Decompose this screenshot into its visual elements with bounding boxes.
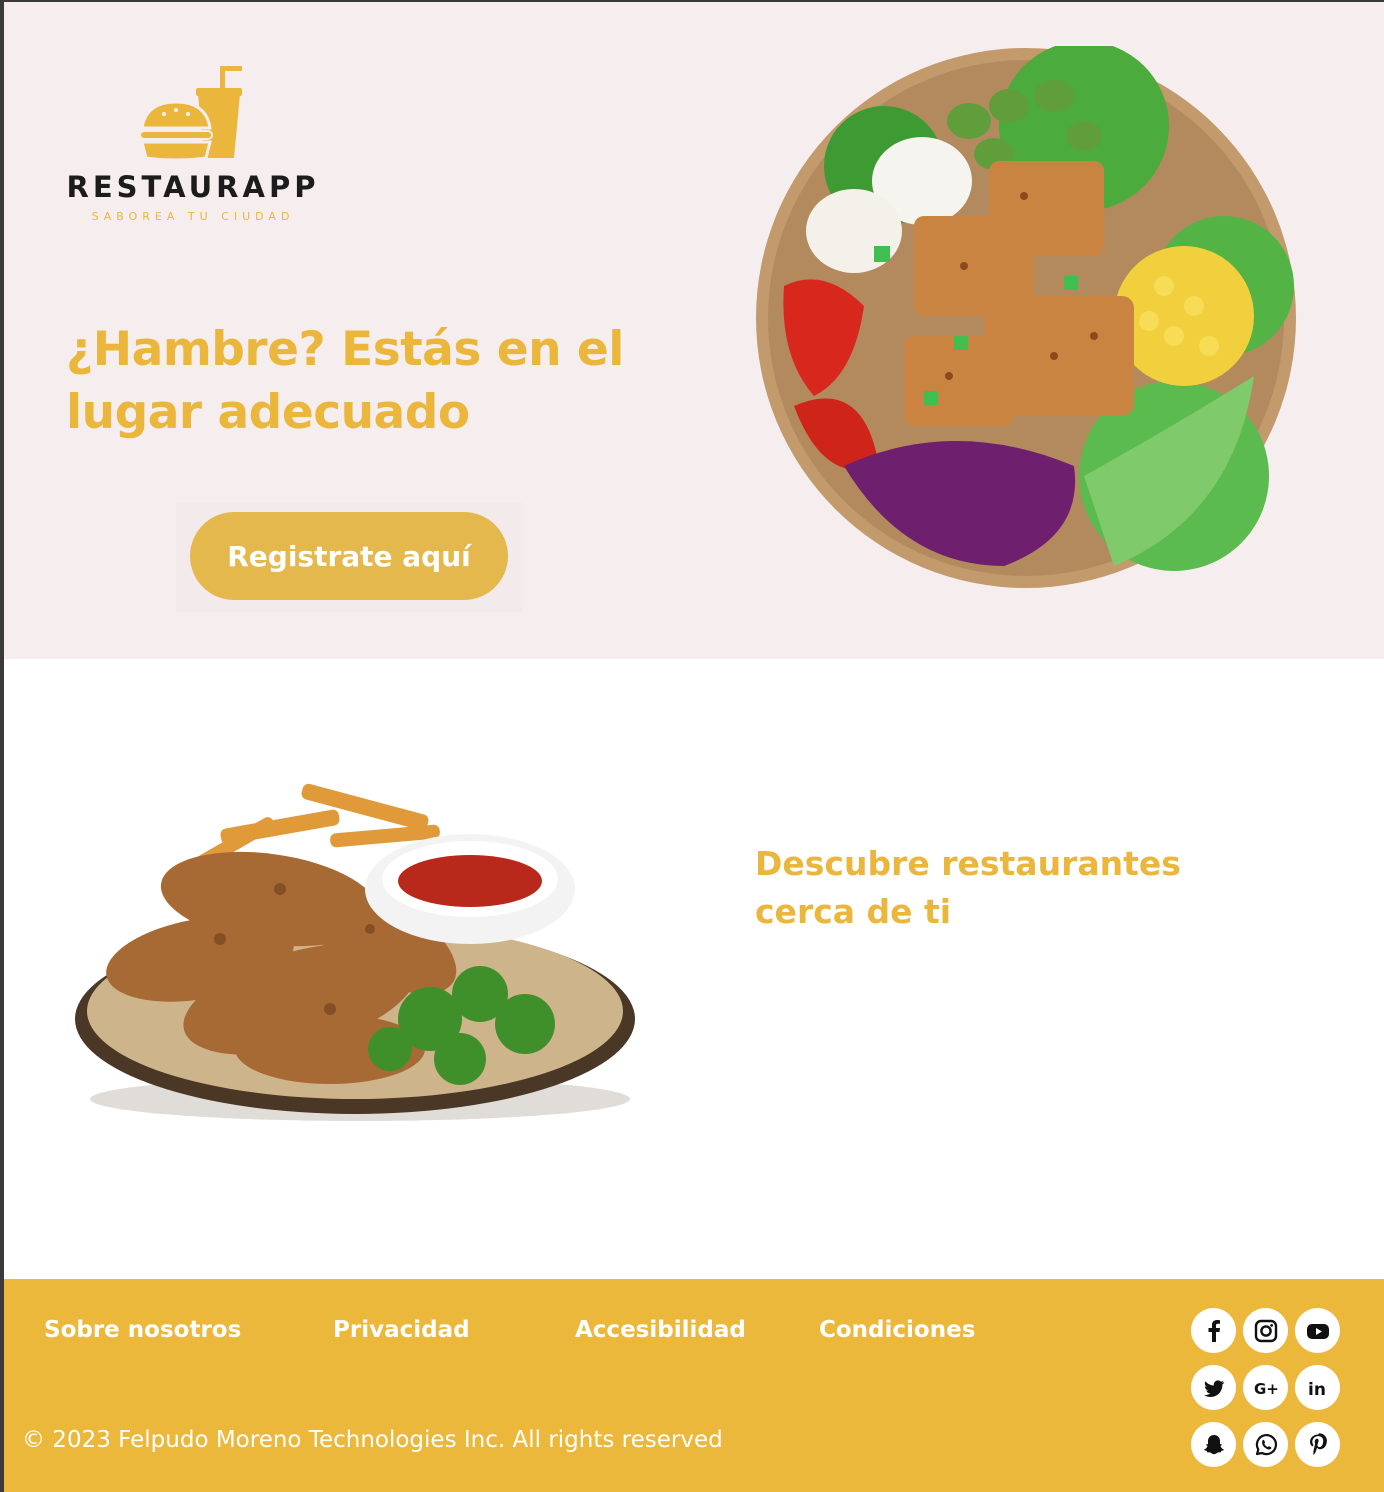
youtube-button[interactable]: [1295, 1308, 1340, 1353]
snapchat-icon: [1203, 1434, 1224, 1454]
footer-link-privacy[interactable]: Privacidad: [333, 1317, 470, 1343]
page: RESTAURAPP SABOREA TU CIUDAD ¿Hambre? Es…: [0, 0, 1384, 1492]
svg-text:G+: G+: [1254, 1380, 1279, 1398]
brand-tagline: SABOREA TU CIUDAD: [91, 210, 295, 223]
salad-bowl-image: [756, 46, 1296, 588]
pinterest-button[interactable]: [1295, 1422, 1340, 1467]
instagram-icon: [1254, 1319, 1277, 1342]
google-plus-button[interactable]: G+: [1243, 1365, 1288, 1410]
twitter-icon: [1203, 1379, 1224, 1397]
pinterest-icon: [1309, 1432, 1327, 1455]
linkedin-icon: in: [1308, 1380, 1326, 1400]
feature-section: Descubre restaurantes cerca de ti: [4, 659, 1384, 1279]
register-button[interactable]: Registrate aquí: [190, 512, 508, 600]
youtube-icon: [1306, 1323, 1329, 1339]
footer-link-about[interactable]: Sobre nosotros: [44, 1317, 241, 1343]
linkedin-button[interactable]: in: [1295, 1365, 1340, 1410]
instagram-button[interactable]: [1243, 1308, 1288, 1353]
whatsapp-icon: [1255, 1433, 1277, 1455]
feature-title: Descubre restaurantes cerca de ti: [755, 844, 1181, 931]
footer-link-accessibility[interactable]: Accesibilidad: [575, 1317, 746, 1343]
hero-section: RESTAURAPP SABOREA TU CIUDAD ¿Hambre? Es…: [4, 2, 1384, 659]
copyright-text: © 2023 Felpudo Moreno Technologies Inc. …: [22, 1427, 723, 1453]
facebook-icon: [1208, 1319, 1220, 1342]
footer: Sobre nosotros Privacidad Accesibilidad …: [4, 1279, 1384, 1492]
burger-drink-icon: [139, 66, 242, 162]
hero-title: ¿Hambre? Estás en el lugar adecuado: [66, 322, 624, 440]
whatsapp-button[interactable]: [1243, 1422, 1288, 1467]
footer-link-terms[interactable]: Condiciones: [819, 1317, 975, 1343]
chicken-wings-image: [75, 783, 635, 1121]
snapchat-button[interactable]: [1191, 1422, 1236, 1467]
svg-text:in: in: [1308, 1380, 1326, 1400]
brand-name: RESTAURAPP: [66, 170, 320, 204]
twitter-button[interactable]: [1191, 1365, 1236, 1410]
facebook-button[interactable]: [1191, 1308, 1236, 1353]
google-plus-icon: G+: [1254, 1380, 1279, 1398]
brand-logo[interactable]: RESTAURAPP SABOREA TU CIUDAD: [58, 64, 328, 234]
